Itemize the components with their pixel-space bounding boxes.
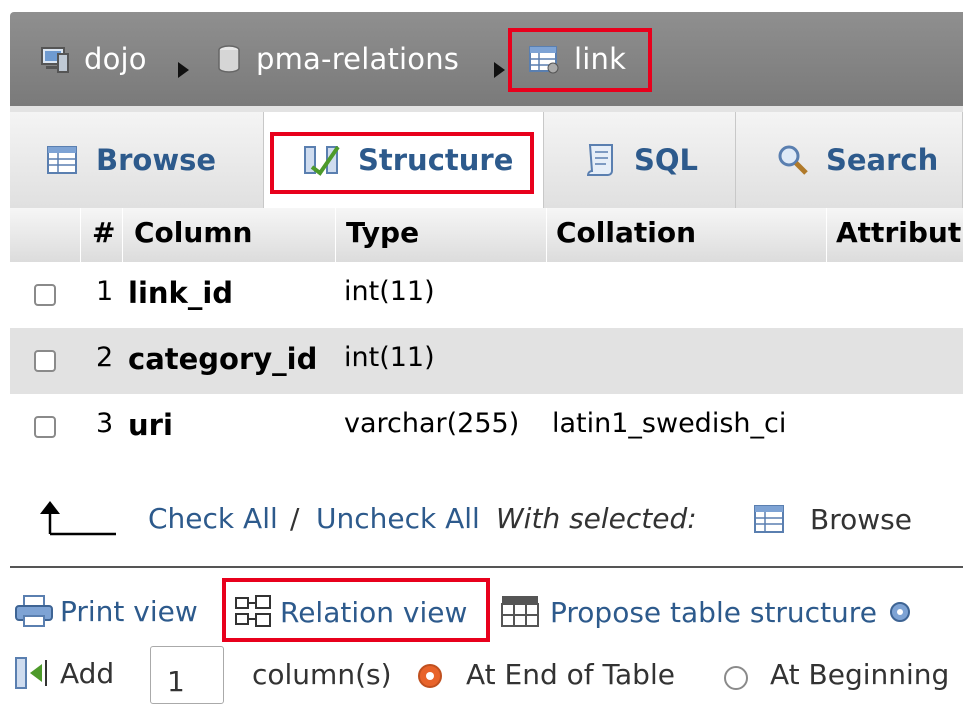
row-type: int(11)	[344, 276, 435, 307]
row-type: varchar(255)	[344, 408, 520, 439]
tab-strip: Browse Structure SQL Search	[10, 106, 963, 208]
row-collation: latin1_swedish_ci	[552, 408, 787, 439]
table-row: 2 category_id int(11)	[10, 328, 963, 394]
breadcrumb: dojo pma-relations link	[10, 12, 963, 106]
propose-structure-icon	[501, 596, 539, 627]
breadcrumb-arrow	[494, 62, 505, 78]
column-separator	[122, 208, 123, 262]
header-num: #	[92, 216, 116, 249]
propose-structure-label: Propose table structure	[550, 595, 877, 629]
row-checkbox[interactable]	[34, 350, 56, 372]
breadcrumb-database-label: pma-relations	[256, 42, 460, 76]
server-icon	[41, 47, 69, 73]
add-label: Add	[60, 656, 115, 690]
print-view-label: Print view	[60, 594, 198, 628]
table-tools: Print view Relation view Propose table s…	[0, 580, 963, 640]
table-row: 3 uri varchar(255) latin1_swedish_ci	[10, 394, 963, 460]
header-attributes[interactable]: Attribut	[836, 216, 961, 249]
tab-browse-label: Browse	[96, 143, 217, 177]
column-separator	[80, 208, 81, 262]
relation-view-label: Relation view	[280, 595, 468, 629]
row-num: 2	[96, 342, 114, 373]
check-separator: /	[290, 502, 300, 535]
breadcrumb-arrow	[178, 62, 189, 78]
at-beginning-label: At Beginning	[770, 658, 950, 691]
database-icon	[218, 45, 240, 73]
radio-dot	[426, 672, 434, 680]
arrow-up-icon	[40, 501, 116, 536]
sql-icon	[586, 144, 613, 176]
column-separator	[826, 208, 827, 262]
add-column-button[interactable]: Add	[14, 656, 114, 690]
tab-search-label: Search	[826, 143, 939, 177]
at-end-radio[interactable]	[418, 664, 442, 688]
relation-view-link[interactable]: Relation view	[234, 594, 467, 630]
row-column-name: uri	[128, 408, 173, 442]
tab-structure-label: Structure	[358, 143, 514, 177]
help-icon[interactable]	[889, 601, 911, 623]
breadcrumb-server-label: dojo	[84, 42, 147, 76]
tab-sql-label: SQL	[634, 143, 699, 177]
browse-icon	[754, 505, 784, 533]
row-checkbox[interactable]	[34, 284, 56, 306]
relation-icon	[235, 595, 271, 627]
bulk-actions: Check All / Uncheck All With selected: B…	[0, 492, 963, 552]
column-separator	[546, 208, 547, 262]
tab-sql[interactable]: SQL	[544, 112, 736, 208]
with-selected-label: With selected:	[496, 502, 697, 535]
printer-icon	[15, 595, 53, 627]
column-separator	[335, 208, 336, 262]
header-collation[interactable]: Collation	[556, 216, 696, 249]
bulk-browse-button[interactable]: Browse	[752, 502, 912, 536]
tab-browse[interactable]: Browse	[10, 112, 264, 208]
bulk-browse-label: Browse	[810, 502, 912, 536]
row-num: 3	[96, 408, 114, 439]
table-header: # Column Type Collation Attribut	[10, 208, 963, 262]
row-column-name: category_id	[128, 342, 318, 376]
browse-icon	[47, 146, 77, 174]
header-column[interactable]: Column	[134, 216, 252, 249]
tab-search[interactable]: Search	[736, 112, 963, 208]
column-count-value: 1	[167, 665, 185, 698]
breadcrumb-server[interactable]: dojo	[40, 42, 147, 76]
at-beginning-radio[interactable]	[724, 666, 748, 690]
row-num: 1	[96, 276, 114, 307]
table-row: 1 link_id int(11)	[10, 262, 963, 328]
table-icon	[529, 46, 559, 74]
print-view-link[interactable]: Print view	[14, 594, 198, 628]
search-icon	[778, 145, 808, 175]
columns-label: column(s)	[252, 658, 392, 691]
header-type[interactable]: Type	[346, 216, 419, 249]
at-end-label: At End of Table	[466, 658, 675, 691]
add-column-form: Add 1 column(s) At End of Table At Begin…	[0, 644, 963, 706]
column-count-input[interactable]: 1	[150, 646, 224, 704]
breadcrumb-database[interactable]: pma-relations	[216, 42, 459, 76]
add-column-icon	[15, 657, 47, 689]
breadcrumb-table[interactable]: link	[528, 42, 626, 76]
check-all-link[interactable]: Check All	[148, 502, 278, 535]
divider	[10, 566, 963, 568]
row-checkbox[interactable]	[34, 416, 56, 438]
uncheck-all-link[interactable]: Uncheck All	[316, 502, 480, 535]
propose-structure-link[interactable]: Propose table structure	[500, 594, 911, 630]
tab-structure[interactable]: Structure	[264, 112, 544, 208]
row-column-name: link_id	[128, 276, 234, 310]
breadcrumb-table-label: link	[574, 42, 627, 76]
row-type: int(11)	[344, 342, 435, 373]
structure-icon	[304, 145, 340, 176]
